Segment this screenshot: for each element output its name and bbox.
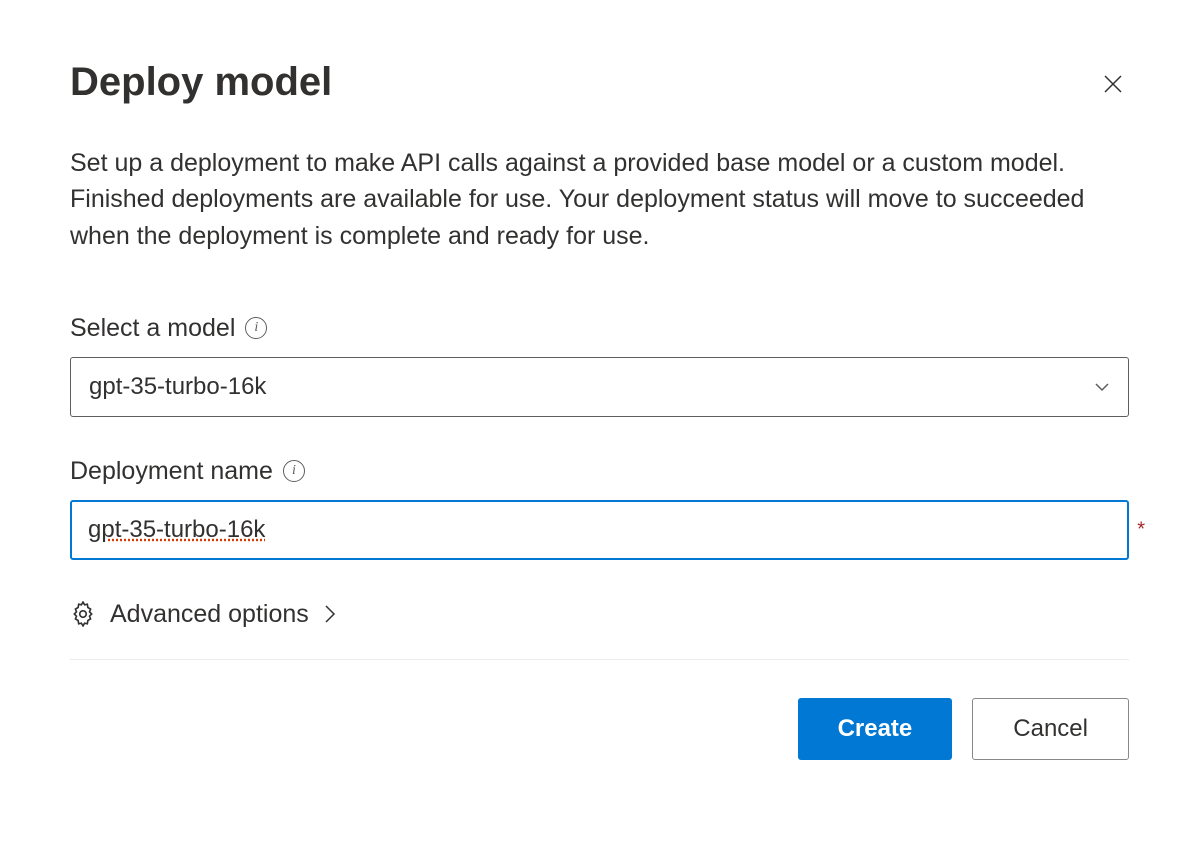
model-select-label: Select a model	[70, 314, 235, 343]
chevron-right-icon	[323, 604, 337, 624]
advanced-options-label: Advanced options	[110, 600, 309, 629]
divider	[70, 659, 1129, 660]
model-select-value: gpt-35-turbo-16k	[89, 373, 266, 401]
close-button[interactable]	[1097, 68, 1129, 100]
required-indicator: *	[1137, 518, 1145, 541]
info-icon[interactable]: i	[283, 460, 305, 482]
cancel-button[interactable]: Cancel	[972, 698, 1129, 760]
close-icon	[1101, 72, 1125, 96]
advanced-options-toggle[interactable]: Advanced options	[70, 600, 1129, 659]
deployment-name-label: Deployment name	[70, 457, 273, 486]
chevron-down-icon	[1094, 379, 1110, 395]
info-icon[interactable]: i	[245, 317, 267, 339]
dialog-title: Deploy model	[70, 60, 332, 105]
dialog-description: Set up a deployment to make API calls ag…	[70, 145, 1129, 254]
gear-icon	[70, 601, 96, 627]
model-select[interactable]: gpt-35-turbo-16k	[70, 357, 1129, 417]
deployment-name-input[interactable]	[70, 500, 1129, 560]
create-button[interactable]: Create	[798, 698, 953, 760]
